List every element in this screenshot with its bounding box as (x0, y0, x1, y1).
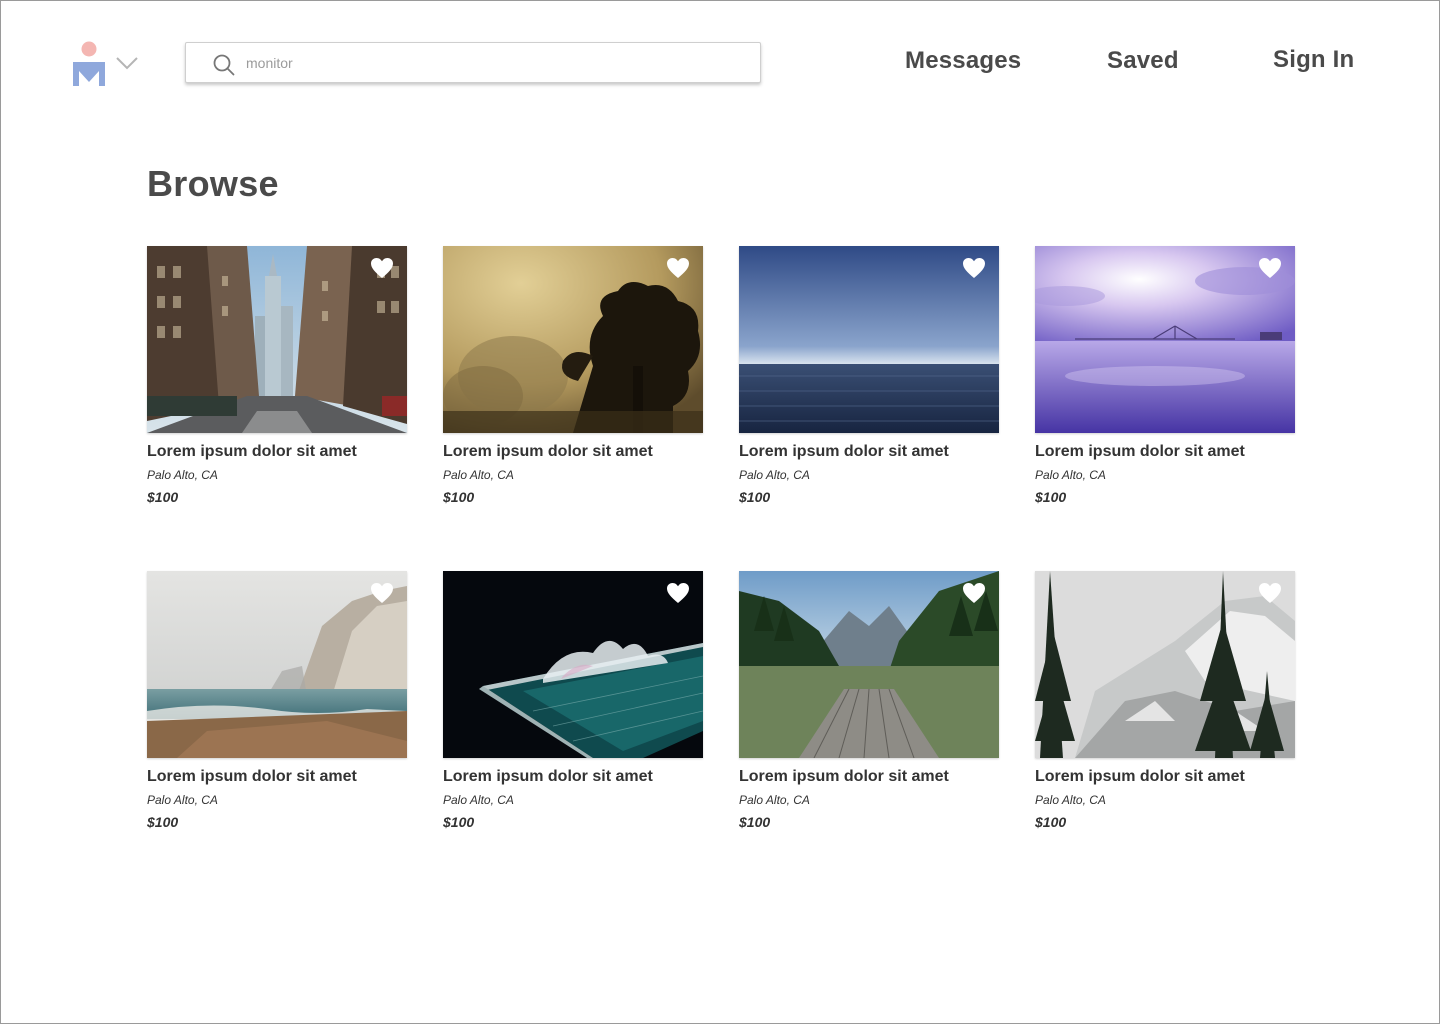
listing-card[interactable]: Lorem ipsum dolor sit amet Palo Alto, CA… (147, 246, 407, 506)
listing-price: $100 (1035, 814, 1067, 830)
heart-icon[interactable] (962, 257, 986, 279)
listing-image (1035, 571, 1295, 758)
listing-title: Lorem ipsum dolor sit amet (1035, 768, 1245, 785)
search-input[interactable] (246, 51, 736, 75)
search-icon (212, 53, 236, 77)
heart-icon[interactable] (370, 257, 394, 279)
listing-location: Palo Alto, CA (147, 793, 218, 807)
nav-saved-link[interactable]: Saved (1107, 47, 1179, 75)
listing-title: Lorem ipsum dolor sit amet (147, 768, 357, 785)
nav-messages-link[interactable]: Messages (905, 47, 1021, 75)
listing-location: Palo Alto, CA (147, 468, 218, 482)
heart-icon[interactable] (1258, 582, 1282, 604)
listing-title: Lorem ipsum dolor sit amet (1035, 443, 1245, 460)
listing-card[interactable]: Lorem ipsum dolor sit amet Palo Alto, CA… (739, 246, 999, 506)
listing-price: $100 (739, 814, 771, 830)
listing-location: Palo Alto, CA (1035, 468, 1106, 482)
listing-card[interactable]: Lorem ipsum dolor sit amet Palo Alto, CA… (1035, 246, 1295, 506)
listing-title: Lorem ipsum dolor sit amet (739, 768, 949, 785)
listing-price: $100 (443, 814, 475, 830)
listing-price: $100 (443, 489, 475, 505)
heart-icon[interactable] (666, 257, 690, 279)
listing-image (443, 571, 703, 758)
nav-sign-in-link[interactable]: Sign In (1273, 46, 1354, 74)
listing-image (443, 246, 703, 433)
listing-card[interactable]: Lorem ipsum dolor sit amet Palo Alto, CA… (1035, 571, 1295, 831)
listing-title: Lorem ipsum dolor sit amet (443, 443, 653, 460)
heart-icon[interactable] (1258, 257, 1282, 279)
listing-card[interactable]: Lorem ipsum dolor sit amet Palo Alto, CA… (739, 571, 999, 831)
listing-image (147, 571, 407, 758)
listing-location: Palo Alto, CA (443, 468, 514, 482)
listing-card[interactable]: Lorem ipsum dolor sit amet Palo Alto, CA… (443, 571, 703, 831)
listing-card[interactable]: Lorem ipsum dolor sit amet Palo Alto, CA… (443, 246, 703, 506)
listing-location: Palo Alto, CA (739, 793, 810, 807)
listing-location: Palo Alto, CA (443, 793, 514, 807)
listing-card[interactable]: Lorem ipsum dolor sit amet Palo Alto, CA… (147, 571, 407, 831)
listing-grid: Lorem ipsum dolor sit amet Palo Alto, CA… (147, 246, 1295, 831)
listing-price: $100 (739, 489, 771, 505)
listing-price: $100 (147, 814, 179, 830)
listing-image (739, 246, 999, 433)
logo-icon[interactable] (72, 40, 106, 88)
listing-image (1035, 246, 1295, 433)
listing-price: $100 (147, 489, 179, 505)
heart-icon[interactable] (370, 582, 394, 604)
listing-location: Palo Alto, CA (739, 468, 810, 482)
listing-price: $100 (1035, 489, 1067, 505)
search-bar[interactable] (185, 42, 761, 83)
heart-icon[interactable] (962, 582, 986, 604)
listing-image (739, 571, 999, 758)
listing-location: Palo Alto, CA (1035, 793, 1106, 807)
listing-title: Lorem ipsum dolor sit amet (739, 443, 949, 460)
listing-title: Lorem ipsum dolor sit amet (443, 768, 653, 785)
page-title: Browse (147, 163, 279, 204)
listing-title: Lorem ipsum dolor sit amet (147, 443, 357, 460)
chevron-down-icon[interactable] (115, 55, 139, 71)
listing-image (147, 246, 407, 433)
heart-icon[interactable] (666, 582, 690, 604)
